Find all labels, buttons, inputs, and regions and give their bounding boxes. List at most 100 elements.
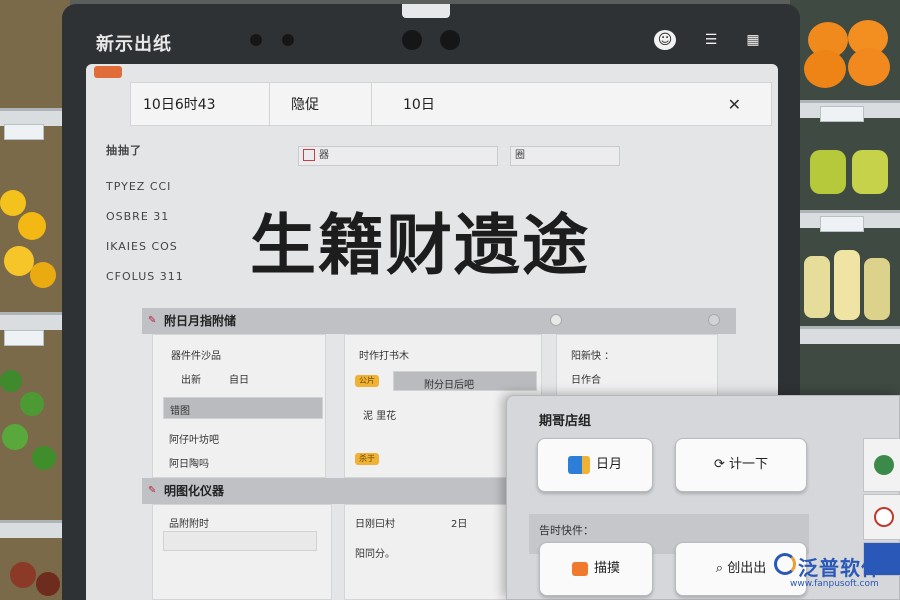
fruit [10,562,36,588]
fruit [804,50,846,88]
fruit [30,262,56,288]
folder-icon [567,455,590,474]
panel-b-col2-value: 2日 [451,519,468,530]
fruit [848,48,890,86]
panel-b-input[interactable] [163,531,317,551]
panel-b-col2-row2: 阳同分。 [355,549,395,560]
panel-b-row1: 品附附时 [169,519,209,530]
leaf-icon [874,455,894,475]
price-tag [820,106,864,122]
fire-icon [571,561,588,576]
col1-row3: 阿仔叶坊吧 [169,435,219,446]
panel-a-col1: 器件件沙品 出新 自日 错图 阿仔叶坊吧 阿日陶吗 [152,334,326,478]
sidebar-item[interactable]: IKAIES COS [106,240,178,253]
status-dot-icon [550,314,562,326]
col1-row1-value: 自日 [229,375,249,386]
dialog-cell-date[interactable]: 10日 [403,83,435,127]
col3-label: 阳新快 ： [571,351,615,362]
panel-a-title: 附日月指附储 [164,314,237,328]
refresh-icon: ⟳ [713,457,729,472]
filter-input-2-value: 圈 [515,150,525,161]
panel-a-col3: 阳新快 ： 日作合 [556,334,718,396]
col2-tag2: 杀于 [355,453,379,465]
sidebar-item[interactable]: OSBRE 31 [106,210,169,223]
camera-icon [440,30,460,50]
price-tag [820,216,864,232]
divider [269,83,270,127]
action-section-label: 告时快件： [539,524,594,537]
action-button-b-label: 计一下 [729,457,769,472]
panel-b-header: ✎ 明图化仪器 [142,478,522,504]
search-icon: ⌕ [715,561,728,576]
camera-icon [282,34,294,46]
close-icon[interactable]: ✕ [728,83,741,127]
side-tab-1[interactable] [863,438,900,492]
face-icon[interactable]: ☺ [654,30,676,50]
camera-icon [250,34,262,46]
status-badge [94,66,122,78]
action-button-a-label: 日月 [595,457,622,472]
price-tag [4,330,44,346]
fruit [834,250,860,320]
action-button-c-label: 描摸 [593,561,620,576]
shelf-board [0,520,70,538]
col2-tag: 公片 [355,375,379,387]
settings-icon[interactable] [708,314,720,326]
fruit [32,446,56,470]
col2-label: 时作打书木 [359,351,409,362]
monitor-clip [402,4,450,18]
tool-icon: ✎ [148,485,157,496]
action-button-a[interactable]: 日月 [537,438,653,492]
panel-a-header: ✎ 附日月指附储 [142,308,736,334]
col1-row1-label: 出新 [181,375,201,386]
page-headline: 生籍财遗途 [250,207,590,284]
camera-icon [402,30,422,50]
shelf-board [0,312,70,330]
shelf-board [790,326,900,344]
panel-b-col2: 日刚曰村 2日 阳同分。 [344,504,512,600]
dialog-bar[interactable]: 10日6时43 隐促 10日 ✕ [130,82,772,127]
col2-field-value: 附分日后吧 [424,380,474,391]
fruit [810,150,846,194]
col1-row4: 阿日陶吗 [169,459,209,470]
watermark-url: www.fanpusoft.com [790,579,879,589]
fruit [804,256,830,318]
col2-field[interactable]: 附分日后吧 [393,371,537,391]
action-button-d-label: 创出出 [727,561,767,576]
background-shelf-left [0,0,70,600]
tool-icon: ✎ [148,315,157,326]
sidebar-heading: 抽抽了 [106,144,142,157]
col3-row1: 日作合 [571,375,601,386]
sidebar-item[interactable]: TPYEZ CCI [106,180,171,193]
col1-highlight-row[interactable]: 错图 [163,397,323,419]
fruit [2,424,28,450]
fire-icon [874,507,894,527]
filter-input-1[interactable]: 器 [298,146,498,166]
fruit [864,258,890,320]
filter-input-2[interactable]: 圈 [510,146,620,166]
action-panel-title: 期哥店组 [539,414,592,429]
fruit [0,370,22,392]
divider [371,83,372,127]
col2-row2: 泥 里花 [363,411,397,422]
col1-highlight-label: 错图 [170,406,190,417]
action-button-b[interactable]: ⟳ 计一下 [675,438,807,492]
price-tag [4,124,44,140]
col1-label: 器件件沙品 [171,351,221,362]
fruit [852,150,888,194]
panel-b-col2-label: 日刚曰村 [355,519,395,530]
panel-b-col1: 品附附时 [152,504,332,600]
side-tab-2[interactable] [863,494,900,540]
panel-b-title: 明图化仪器 [164,484,225,498]
fruit [0,190,26,216]
grid-icon[interactable]: ▦ [742,30,764,50]
fruit [18,212,46,240]
dialog-cell-time[interactable]: 10日6时43 [143,83,216,127]
action-button-c[interactable]: 描摸 [539,542,653,596]
checkbox-icon[interactable] [303,149,315,161]
brand-logo [774,553,796,575]
menu-icon[interactable]: ☰ [700,30,722,50]
brand-label: 新示出纸 [96,34,172,55]
dialog-cell-type[interactable]: 隐促 [291,83,319,127]
sidebar-item[interactable]: CFOLUS 311 [106,270,184,283]
